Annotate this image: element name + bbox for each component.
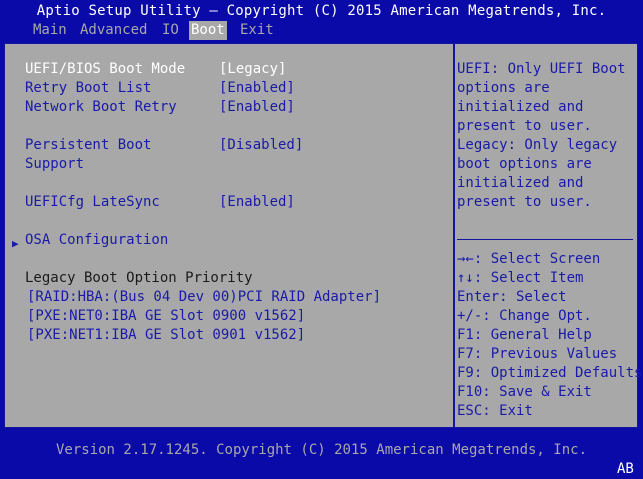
tab-io[interactable]: IO xyxy=(160,21,181,40)
key-help-line: ↑↓: Select Item xyxy=(457,270,584,286)
legacy-boot-option-2[interactable]: [PXE:NET0:IBA GE Slot 0900 v1562] xyxy=(27,307,305,326)
uefi-latesync-value[interactable]: [Enabled] xyxy=(219,193,295,212)
network-boot-retry-value[interactable]: [Enabled] xyxy=(219,98,295,117)
help-line: options are xyxy=(457,80,550,96)
persistent-boot-value[interactable]: [Disabled] xyxy=(219,136,303,155)
tab-exit[interactable]: Exit xyxy=(238,21,276,40)
retry-boot-list-value[interactable]: [Enabled] xyxy=(219,79,295,98)
uefi-boot-mode-label[interactable]: UEFI/BIOS Boot Mode xyxy=(25,60,185,79)
boot-panel: UEFI/BIOS Boot Mode [Legacy] Retry Boot … xyxy=(4,43,642,428)
legacy-boot-option-1[interactable]: [RAID:HBA:(Bus 04 Dev 00)PCI RAID Adapte… xyxy=(27,288,381,307)
key-help-line: F7: Previous Values xyxy=(457,346,618,362)
help-line: present to user. xyxy=(457,118,592,134)
help-line: present to user. xyxy=(457,194,592,210)
tab-boot[interactable]: Boot xyxy=(189,21,227,40)
key-help-line: +/-: Change Opt. xyxy=(457,308,592,324)
retry-boot-list-label[interactable]: Retry Boot List xyxy=(25,79,151,98)
persistent-boot-label[interactable]: Persistent Boot xyxy=(25,136,151,155)
help-separator xyxy=(457,239,633,240)
persistent-boot-label-cont[interactable]: Support xyxy=(25,155,84,174)
help-line: initialized and xyxy=(457,99,584,115)
help-line: UEFI: Only UEFI Boot xyxy=(457,61,626,77)
help-line: Legacy: Only legacy xyxy=(457,137,618,153)
uefi-latesync-label[interactable]: UEFICfg LateSync xyxy=(25,193,160,212)
key-help-line: Enter: Select xyxy=(457,289,567,305)
osa-configuration-link[interactable]: OSA Configuration xyxy=(25,231,168,250)
legacy-priority-heading: Legacy Boot Option Priority xyxy=(25,270,253,286)
uefi-boot-mode-value[interactable]: [Legacy] xyxy=(219,60,286,79)
key-help-line: F9: Optimized Defaults xyxy=(457,365,643,381)
menu-tabs: Main Advanced IO Boot Exit xyxy=(0,21,643,40)
help-line: initialized and xyxy=(457,175,584,191)
network-boot-retry-label[interactable]: Network Boot Retry xyxy=(25,98,177,117)
key-help-line: F1: General Help xyxy=(457,327,592,343)
tab-main[interactable]: Main xyxy=(31,21,69,40)
submenu-arrow-icon: ▶ xyxy=(12,237,19,250)
help-line: boot options are xyxy=(457,156,592,172)
panel-divider xyxy=(453,44,455,427)
app-title: Aptio Setup Utility – Copyright (C) 2015… xyxy=(36,3,607,19)
key-help-line: ESC: Exit xyxy=(457,403,533,419)
corner-code: AB xyxy=(617,461,634,477)
key-help-line: →←: Select Screen xyxy=(457,251,601,267)
key-help-line: F10: Save & Exit xyxy=(457,384,592,400)
legacy-boot-option-3[interactable]: [PXE:NET1:IBA GE Slot 0901 v1562] xyxy=(27,326,305,345)
version-footer: Version 2.17.1245. Copyright (C) 2015 Am… xyxy=(55,442,587,458)
tab-advanced[interactable]: Advanced xyxy=(78,21,149,40)
